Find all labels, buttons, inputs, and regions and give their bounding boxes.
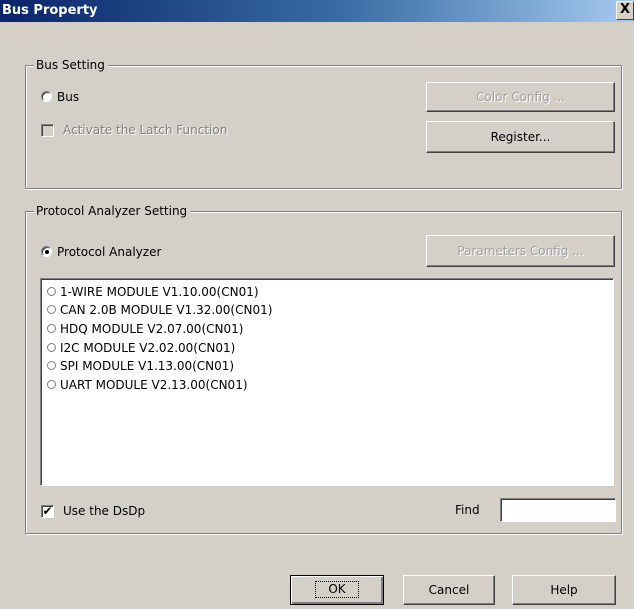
help-button[interactable]: Help <box>512 575 616 605</box>
protocol-analyzer-radio-label[interactable]: Protocol Analyzer <box>57 244 161 260</box>
find-label: Find <box>455 503 480 517</box>
color-config-label: Color Config ... <box>476 90 565 104</box>
ok-label: OK <box>315 581 359 598</box>
list-item[interactable]: I2C MODULE V2.02.00(CN01) <box>47 339 587 357</box>
title-bar: Bus Property X <box>0 0 634 22</box>
protocol-analyzer-radio-circle[interactable] <box>41 246 52 257</box>
cancel-label: Cancel <box>428 583 470 597</box>
close-button[interactable]: X <box>616 1 634 20</box>
list-item-label: 1-WIRE MODULE V1.10.00(CN01) <box>60 285 259 299</box>
list-item-radio[interactable] <box>47 380 56 389</box>
list-item[interactable]: HDQ MODULE V2.07.00(CN01) <box>47 320 587 338</box>
list-item-label: CAN 2.0B MODULE V1.32.00(CN01) <box>60 303 273 317</box>
find-input[interactable] <box>500 498 616 522</box>
parameters-config-label: Parameters Config ... <box>457 244 584 258</box>
list-item-radio[interactable] <box>47 287 56 296</box>
list-item-radio[interactable] <box>47 343 56 352</box>
module-list[interactable]: 1-WIRE MODULE V1.10.00(CN01) CAN 2.0B MO… <box>40 278 614 486</box>
latch-checkbox-label: Activate the Latch Function <box>63 123 228 137</box>
list-item-label: I2C MODULE V2.02.00(CN01) <box>60 341 236 355</box>
checkmark-icon: ✔ <box>42 504 53 518</box>
cancel-button[interactable]: Cancel <box>403 575 495 605</box>
list-item-label: HDQ MODULE V2.07.00(CN01) <box>60 322 244 336</box>
list-item-radio[interactable] <box>47 324 56 333</box>
list-item[interactable]: CAN 2.0B MODULE V1.32.00(CN01) <box>47 301 587 319</box>
radio-selected-dot <box>45 250 49 254</box>
protocol-analyzer-legend: Protocol Analyzer Setting <box>34 203 191 219</box>
list-item-label: UART MODULE V2.13.00(CN01) <box>60 378 248 392</box>
parameters-config-button: Parameters Config ... <box>426 235 615 267</box>
bus-radio-circle[interactable] <box>41 91 52 102</box>
close-icon: X <box>619 2 631 17</box>
color-config-button: Color Config ... <box>426 82 615 112</box>
list-item[interactable]: UART MODULE V2.13.00(CN01) <box>47 376 587 394</box>
use-dsdp-label[interactable]: Use the DsDp <box>63 503 145 519</box>
list-item-radio[interactable] <box>47 305 56 314</box>
bus-setting-legend: Bus Setting <box>34 57 108 73</box>
help-label: Help <box>550 583 578 597</box>
list-item-label: SPI MODULE V1.13.00(CN01) <box>60 359 235 373</box>
window-title: Bus Property <box>2 3 98 18</box>
latch-checkbox-box <box>41 124 54 137</box>
use-dsdp-checkbox-box[interactable]: ✔ <box>41 504 54 518</box>
list-item[interactable]: 1-WIRE MODULE V1.10.00(CN01) <box>47 283 587 301</box>
list-item-radio[interactable] <box>47 361 56 370</box>
ok-button[interactable]: OK <box>290 575 384 605</box>
register-button[interactable]: Register... <box>426 121 615 153</box>
list-item[interactable]: SPI MODULE V1.13.00(CN01) <box>47 357 587 375</box>
bus-radio-label[interactable]: Bus <box>57 89 79 105</box>
register-label: Register... <box>490 130 551 144</box>
